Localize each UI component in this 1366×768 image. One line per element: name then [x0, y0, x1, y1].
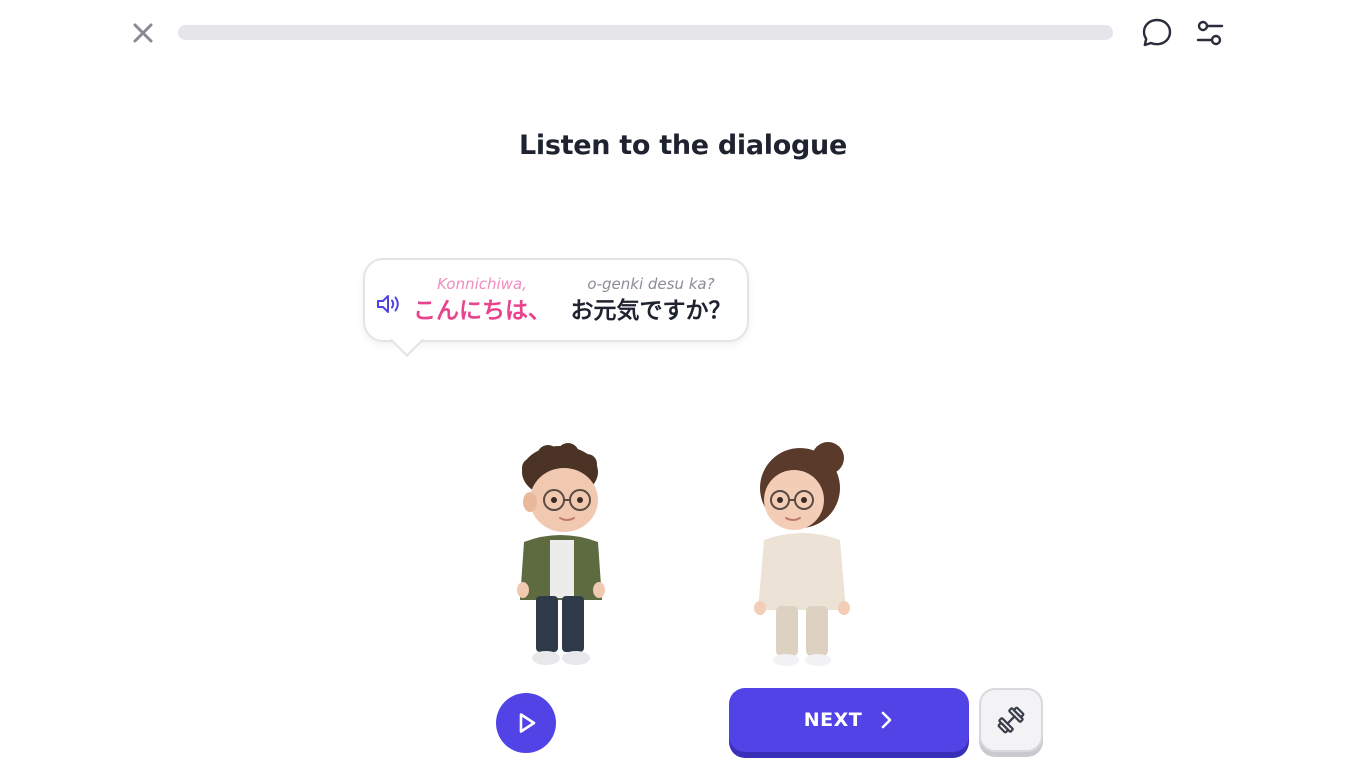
- settings-button[interactable]: [1193, 16, 1227, 50]
- kana-text: こんにちは、: [413, 298, 551, 324]
- next-label: NEXT: [803, 709, 863, 731]
- close-icon: [133, 23, 153, 43]
- sliders-icon: [1196, 20, 1224, 46]
- play-icon: [519, 713, 536, 733]
- dumbbell-icon: [997, 706, 1025, 734]
- progress-bar: [178, 25, 1113, 40]
- chat-bubble-icon: [1142, 18, 1172, 47]
- chevron-right-icon: [881, 711, 892, 729]
- romaji-text: o-genki desu ka?: [587, 275, 715, 293]
- next-button[interactable]: NEXT: [729, 688, 969, 752]
- page-title: Listen to the dialogue: [519, 130, 847, 161]
- character-man: [517, 443, 605, 665]
- play-button[interactable]: [496, 693, 556, 753]
- practice-button[interactable]: [979, 688, 1043, 752]
- speech-bubble: Konnichiwa, こんにちは、 o-genki desu ka? お元気で…: [363, 258, 749, 357]
- speaker-button[interactable]: [375, 292, 403, 316]
- chat-button[interactable]: [1140, 16, 1174, 50]
- close-button[interactable]: [128, 18, 158, 48]
- romaji-text: Konnichiwa,: [437, 275, 527, 293]
- kana-text: お元気ですか？: [570, 298, 732, 324]
- phrase-ogenki[interactable]: o-genki desu ka? お元気ですか？: [563, 274, 739, 328]
- phrase-konnichiwa[interactable]: Konnichiwa, こんにちは、: [407, 274, 557, 328]
- speaker-icon: [377, 295, 399, 313]
- character-woman: [754, 442, 850, 666]
- bubble-tail: [390, 323, 424, 357]
